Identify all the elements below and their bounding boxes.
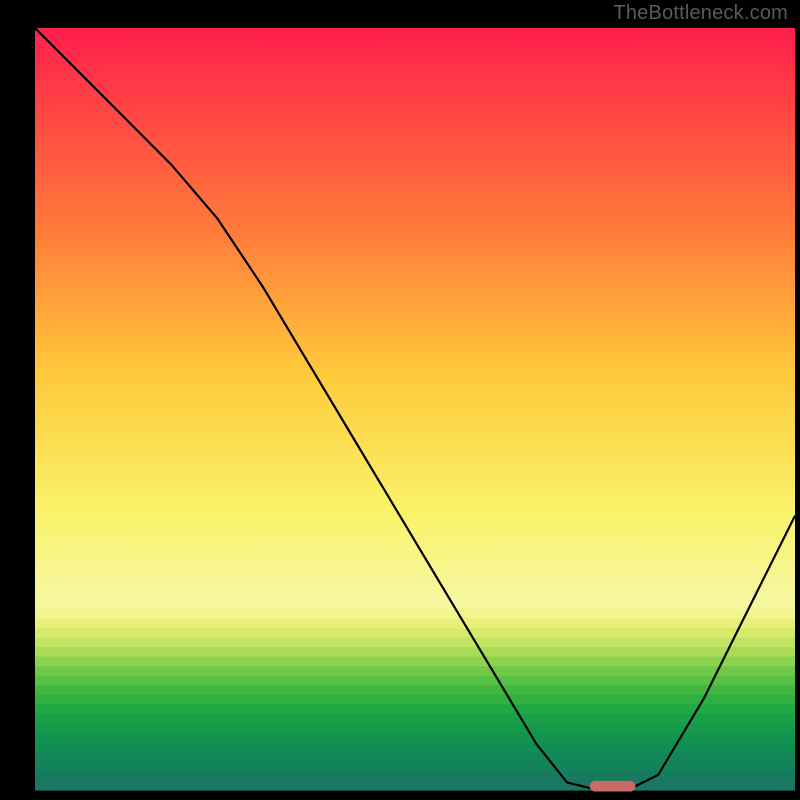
gradient-band [35,28,795,600]
stripe [35,600,795,610]
stripe [35,628,795,638]
stripe [35,638,795,648]
bottleneck-chart [0,0,800,800]
stripe [35,685,795,695]
stripe [35,619,795,629]
stripe [35,771,795,781]
optimal-marker [590,781,636,792]
stripe [35,609,795,619]
watermark-text: TheBottleneck.com [613,2,788,25]
chart-container: { "watermark": "TheBottleneck.com", "cha… [0,0,800,800]
stripe [35,780,795,790]
stripe [35,657,795,667]
stripe [35,752,795,762]
stripe [35,676,795,686]
stripe [35,647,795,657]
stripe [35,714,795,724]
stripe [35,761,795,771]
stripe [35,704,795,714]
stripe [35,695,795,705]
stripe [35,742,795,752]
stripe [35,723,795,733]
stripe [35,666,795,676]
